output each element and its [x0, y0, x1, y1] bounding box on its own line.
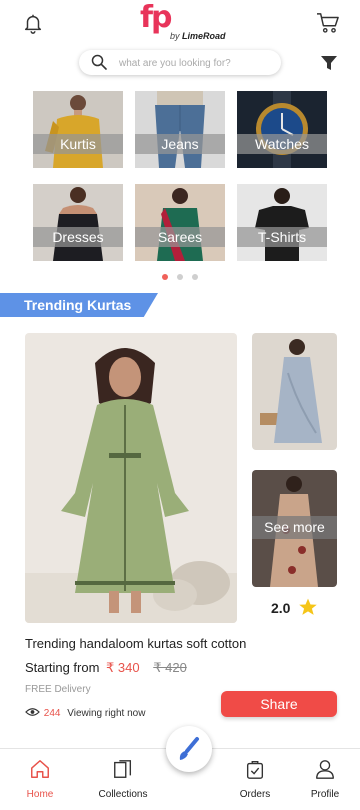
eye-icon [25, 708, 40, 716]
star-icon [299, 598, 318, 615]
collections-icon [114, 760, 132, 778]
bell-icon[interactable] [22, 12, 44, 34]
nav-item-home[interactable]: Home [20, 749, 60, 809]
see-more-label: See more [252, 516, 337, 539]
app-logo[interactable]: fp by LimeRoad [140, 0, 226, 44]
price-prefix: Starting from [25, 660, 100, 675]
search-icon[interactable] [91, 54, 107, 70]
category-label: Dresses [33, 227, 123, 247]
category-image [135, 91, 225, 168]
carousel-dot-3[interactable] [192, 274, 198, 280]
nav-label: Profile [310, 789, 340, 800]
category-image [33, 184, 123, 261]
brush-icon [179, 737, 199, 760]
price-row: Starting from ₹ 340 ₹ 420 [25, 660, 187, 676]
category-tile-sarees[interactable]: Sarees [135, 184, 225, 261]
nav-item-collections[interactable]: Collections [92, 749, 154, 809]
category-tile-t-shirts[interactable]: T-Shirts [237, 184, 327, 261]
nav-item-orders[interactable]: Orders [235, 749, 275, 809]
category-image [33, 91, 123, 168]
thumbnail-image [252, 333, 337, 450]
see-more-tile[interactable]: See more [252, 470, 337, 587]
search-bar[interactable] [79, 50, 281, 75]
category-image [237, 91, 327, 168]
product-main-image[interactable] [25, 333, 237, 623]
profile-icon [316, 760, 334, 779]
kurta-model-image [25, 333, 237, 623]
filter-icon[interactable] [321, 55, 337, 71]
current-price: ₹ 340 [106, 660, 140, 675]
category-tile-watches[interactable]: Watches [237, 91, 327, 168]
logo-mark: fp [140, 0, 173, 35]
category-image [237, 184, 327, 261]
category-tile-jeans[interactable]: Jeans [135, 91, 225, 168]
rating-value: 2.0 [271, 600, 291, 616]
cart-icon[interactable] [316, 12, 340, 34]
nav-label: Collections [98, 789, 148, 800]
delivery-info: FREE Delivery [25, 684, 91, 695]
nav-item-profile[interactable]: Profile [305, 749, 345, 809]
category-label: T-Shirts [237, 227, 327, 247]
create-look-button[interactable] [166, 726, 212, 772]
product-title: Trending handaloom kurtas soft cotton [25, 636, 247, 651]
search-input[interactable] [119, 55, 269, 71]
viewers-info: 244 Viewing right now [25, 707, 145, 719]
product-rating: 2.0 [271, 597, 318, 619]
category-image [135, 184, 225, 261]
category-tile-dresses[interactable]: Dresses [33, 184, 123, 261]
category-tile-kurtis[interactable]: Kurtis [33, 91, 123, 168]
orders-icon [246, 760, 264, 779]
logo-tagline: by LimeRoad [170, 31, 226, 41]
category-label: Jeans [135, 134, 225, 154]
category-label: Watches [237, 134, 327, 154]
carousel-dot-2[interactable] [177, 274, 183, 280]
category-label: Sarees [135, 227, 225, 247]
viewers-count: 244 [43, 708, 61, 719]
carousel-dot-1[interactable] [162, 274, 168, 280]
share-button[interactable]: Share [221, 691, 337, 717]
trending-section-title: Trending Kurtas [0, 293, 158, 317]
original-price: ₹ 420 [153, 660, 187, 675]
nav-label: Home [26, 789, 54, 800]
nav-label: Orders [239, 789, 271, 800]
home-icon [31, 760, 49, 778]
category-label: Kurtis [33, 134, 123, 154]
product-thumbnail-1[interactable] [252, 333, 337, 450]
viewers-text: Viewing right now [67, 708, 146, 719]
